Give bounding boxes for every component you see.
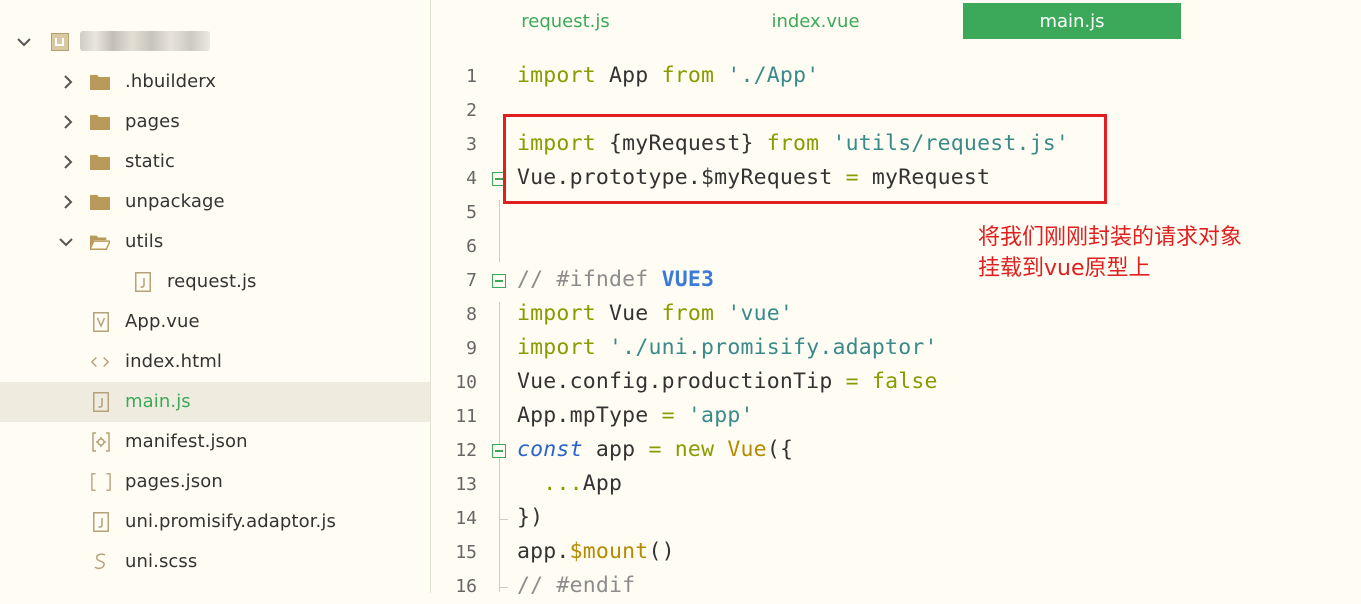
json-file-icon — [91, 472, 111, 492]
project-icon — [50, 32, 70, 52]
folder-icon — [90, 112, 110, 132]
tree-item-hbuilderx[interactable]: .hbuilderx — [0, 62, 430, 102]
line-number: 14 — [455, 508, 477, 529]
tree-item-request-js[interactable]: request.js — [0, 262, 430, 302]
code-text: import './uni.promisify.adaptor' — [517, 335, 938, 360]
chevron-right-icon[interactable] — [60, 74, 76, 90]
tree-item-label: uni.scss — [125, 551, 198, 572]
annotation-text: 将我们刚刚封装的请求对象 挂载到vue原型上 — [978, 222, 1242, 284]
line-number: 6 — [466, 236, 477, 257]
tree-item-label: utils — [125, 231, 164, 252]
vue-file-icon — [91, 312, 111, 332]
js-file-icon — [91, 392, 111, 412]
code-line: 11 App.mpType = 'app' — [431, 400, 1361, 434]
tree-item-label: .hbuilderx — [125, 71, 217, 92]
scss-file-icon — [91, 552, 111, 572]
folder-icon — [90, 152, 110, 172]
tab-main-js[interactable]: main.js — [963, 3, 1181, 39]
tree-item-label: manifest.json — [125, 431, 248, 452]
fold-toggle-icon[interactable] — [492, 444, 506, 458]
line-number: 15 — [455, 542, 477, 563]
line-number: 9 — [466, 338, 477, 359]
line-number: 1 — [466, 66, 477, 87]
code-text: ...App — [543, 471, 623, 496]
tree-item-label: App.vue — [125, 311, 200, 332]
manifest-file-icon — [91, 432, 111, 452]
folder-icon — [90, 72, 110, 92]
tree-item-pages-json[interactable]: pages.json — [0, 462, 430, 502]
code-line: 15 app.$mount() — [431, 536, 1361, 570]
line-number: 16 — [455, 576, 477, 597]
chevron-right-icon[interactable] — [60, 194, 76, 210]
tree-item-uni-scss[interactable]: uni.scss — [0, 542, 430, 582]
chevron-right-icon[interactable] — [60, 154, 76, 170]
tab-label: index.vue — [771, 10, 860, 32]
line-number: 4 — [466, 168, 477, 189]
project-name-blurred — [80, 31, 210, 51]
tree-item-label: pages — [125, 111, 180, 132]
file-explorer: .hbuilderx pages static unpackage utils … — [0, 0, 430, 593]
tree-item-main-js[interactable]: main.js — [0, 382, 430, 422]
code-line: 12 const app = new Vue({ — [431, 434, 1361, 468]
tree-item-manifest-json[interactable]: manifest.json — [0, 422, 430, 462]
tree-item-label: uni.promisify.adaptor.js — [125, 511, 336, 532]
tab-label: request.js — [521, 10, 610, 32]
code-line: 8 import Vue from 'vue' — [431, 298, 1361, 332]
fold-toggle-icon[interactable] — [492, 274, 506, 288]
annotation-line-2: 挂载到vue原型上 — [978, 256, 1151, 281]
code-text: App.mpType = 'app' — [517, 403, 754, 428]
code-line: 10 Vue.config.productionTip = false — [431, 366, 1361, 400]
highlight-box — [503, 114, 1107, 204]
tab-request-js[interactable]: request.js — [483, 3, 648, 39]
html-file-icon — [90, 352, 110, 372]
js-file-icon — [91, 512, 111, 532]
tree-item-static[interactable]: static — [0, 142, 430, 182]
tree-item-pages[interactable]: pages — [0, 102, 430, 142]
tree-item-uni-promisify-adaptor-js[interactable]: uni.promisify.adaptor.js — [0, 502, 430, 542]
annotation-line-1: 将我们刚刚封装的请求对象 — [978, 225, 1243, 250]
tab-label: main.js — [1039, 10, 1105, 32]
code-text: const app = new Vue({ — [517, 437, 794, 462]
tree-item-unpackage[interactable]: unpackage — [0, 182, 430, 222]
code-text: import App from './App' — [517, 63, 820, 88]
line-number: 5 — [466, 202, 477, 223]
folder-open-icon — [90, 232, 110, 252]
line-number: 7 — [466, 270, 477, 291]
code-text: }) — [517, 505, 544, 530]
chevron-down-icon[interactable] — [58, 234, 74, 250]
tree-item-index-html[interactable]: index.html — [0, 342, 430, 382]
tree-item-utils[interactable]: utils — [0, 222, 430, 262]
code-text: // #endif — [517, 573, 636, 598]
tree-item-label: main.js — [125, 391, 191, 412]
code-line: 9 import './uni.promisify.adaptor' — [431, 332, 1361, 366]
line-number: 10 — [455, 372, 477, 393]
tree-item-label: static — [125, 151, 176, 172]
tree-item-label: pages.json — [125, 471, 223, 492]
line-number: 11 — [455, 406, 477, 427]
line-number: 2 — [466, 100, 477, 121]
line-number: 3 — [466, 134, 477, 155]
tree-item-label: unpackage — [125, 191, 225, 212]
code-text: import Vue from 'vue' — [517, 301, 794, 326]
tree-item-app-vue[interactable]: App.vue — [0, 302, 430, 342]
line-number: 12 — [455, 440, 477, 461]
tree-item-project[interactable] — [0, 22, 430, 62]
chevron-right-icon[interactable] — [60, 114, 76, 130]
js-file-icon — [133, 272, 153, 292]
folder-icon — [90, 192, 110, 212]
code-text: // #ifndef VUE3 — [517, 267, 715, 292]
code-line: 16 // #endif — [431, 570, 1361, 604]
chevron-down-icon[interactable] — [16, 34, 32, 50]
code-line: 14 }) — [431, 502, 1361, 536]
code-line: 1 import App from './App' — [431, 60, 1361, 94]
tree-item-label: request.js — [167, 271, 257, 292]
tab-index-vue[interactable]: index.vue — [733, 3, 898, 39]
tree-item-label: index.html — [125, 351, 222, 372]
code-text: app.$mount() — [517, 539, 675, 564]
code-line: 13 ...App — [431, 468, 1361, 502]
line-number: 8 — [466, 304, 477, 325]
editor-tabs: request.js index.vue main.js — [431, 0, 1361, 40]
code-text: Vue.config.productionTip = false — [517, 369, 938, 394]
line-number: 13 — [455, 474, 477, 495]
